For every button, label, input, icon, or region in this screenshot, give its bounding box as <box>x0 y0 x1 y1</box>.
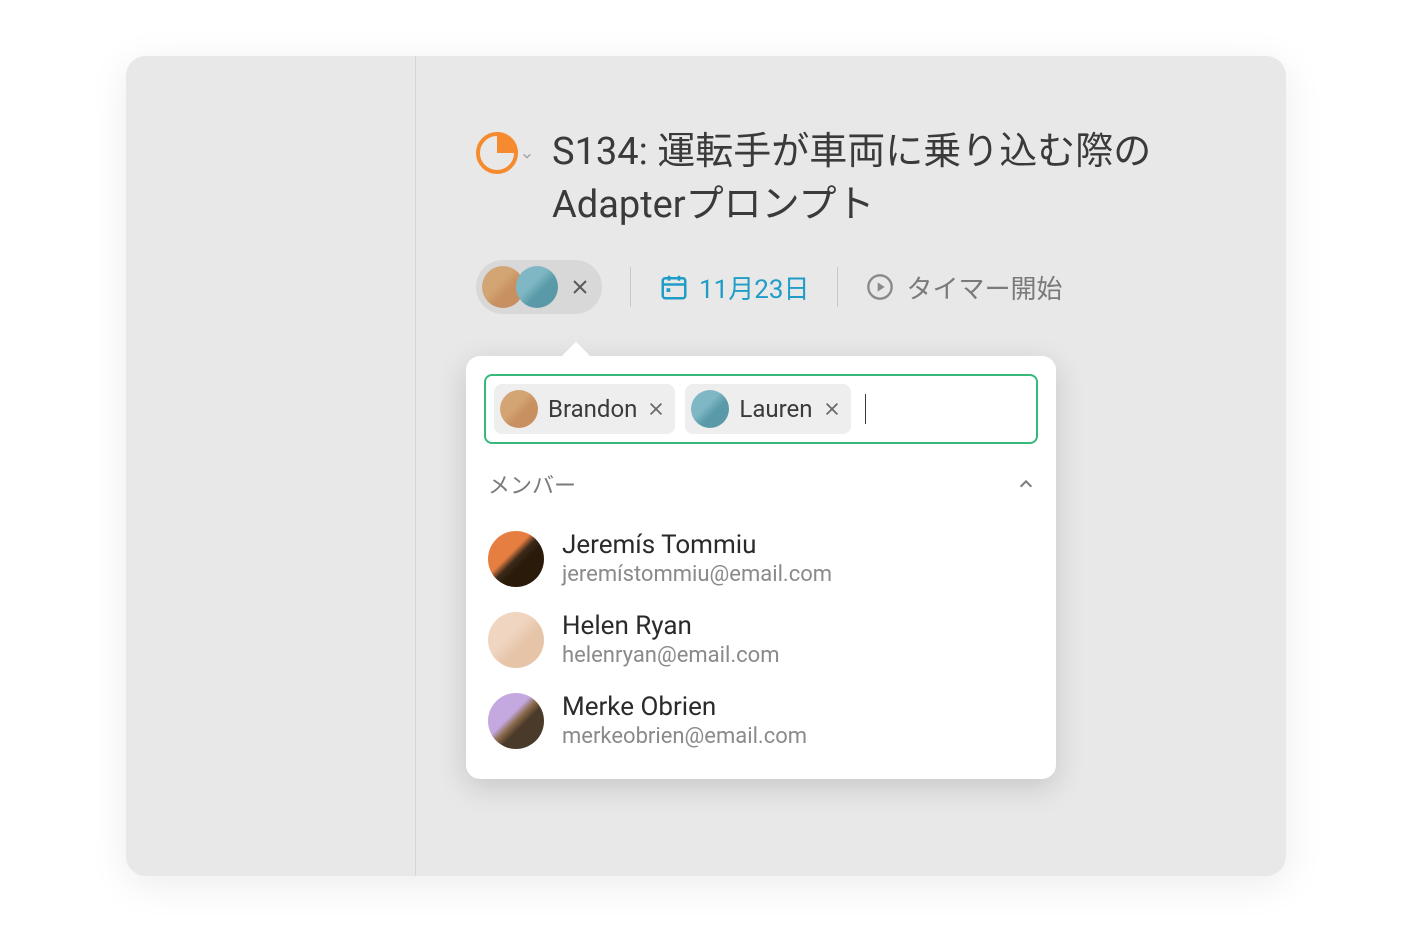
task-header: S134: 運転手が車両に乗り込む際のAdapterプロンプト <box>476 126 1226 232</box>
member-info: Merke Obrien merkeobrien@email.com <box>562 692 807 749</box>
member-row[interactable]: Helen Ryan helenryan@email.com <box>484 599 1038 680</box>
avatar <box>500 390 538 428</box>
sidebar-panel <box>126 56 416 876</box>
chevron-down-icon <box>522 151 532 161</box>
divider <box>837 267 838 307</box>
members-section-header[interactable]: メンバー <box>488 468 1034 500</box>
member-email: merkeobrien@email.com <box>562 724 807 749</box>
task-title: S134: 運転手が車両に乗り込む際のAdapterプロンプト <box>552 126 1226 232</box>
avatar <box>488 531 544 587</box>
assignee-dropdown-panel: Brandon Lauren メンバー Jeremís Tommiu jerem… <box>466 356 1056 779</box>
token-label: Brandon <box>548 395 637 423</box>
task-meta-row: 11月23日 タイマー開始 <box>476 260 1226 314</box>
divider <box>630 267 631 307</box>
calendar-icon <box>659 272 689 302</box>
due-date-label: 11月23日 <box>699 269 809 306</box>
avatar <box>691 390 729 428</box>
member-email: helenryan@email.com <box>562 643 780 668</box>
member-info: Jeremís Tommiu jeremístommiu@email.com <box>562 530 832 587</box>
timer-label: タイマー開始 <box>906 269 1062 306</box>
assignee-token-input[interactable]: Brandon Lauren <box>484 374 1038 444</box>
assignee-token[interactable]: Lauren <box>685 384 850 434</box>
status-dropdown[interactable] <box>476 126 532 174</box>
assignee-token[interactable]: Brandon <box>494 384 675 434</box>
task-card: S134: 運転手が車両に乗り込む際のAdapterプロンプト 11月23日 <box>126 56 1286 876</box>
timer-button[interactable]: タイマー開始 <box>866 269 1062 306</box>
assignee-pill[interactable] <box>476 260 602 314</box>
avatar <box>488 612 544 668</box>
remove-token-icon[interactable] <box>823 400 841 418</box>
chevron-up-icon <box>1018 476 1034 492</box>
member-row[interactable]: Merke Obrien merkeobrien@email.com <box>484 680 1038 761</box>
member-name: Merke Obrien <box>562 692 807 722</box>
status-progress-icon <box>476 132 518 174</box>
play-icon <box>866 273 894 301</box>
avatar <box>488 693 544 749</box>
due-date-chip[interactable]: 11月23日 <box>659 269 809 306</box>
member-info: Helen Ryan helenryan@email.com <box>562 611 780 668</box>
token-label: Lauren <box>739 395 812 423</box>
avatar <box>516 266 558 308</box>
remove-token-icon[interactable] <box>647 400 665 418</box>
text-cursor <box>865 394 866 424</box>
member-email: jeremístommiu@email.com <box>562 562 832 587</box>
member-name: Helen Ryan <box>562 611 780 641</box>
member-row[interactable]: Jeremís Tommiu jeremístommiu@email.com <box>484 518 1038 599</box>
clear-assignees-icon[interactable] <box>570 277 590 297</box>
members-section-label: メンバー <box>488 468 576 500</box>
member-name: Jeremís Tommiu <box>562 530 832 560</box>
